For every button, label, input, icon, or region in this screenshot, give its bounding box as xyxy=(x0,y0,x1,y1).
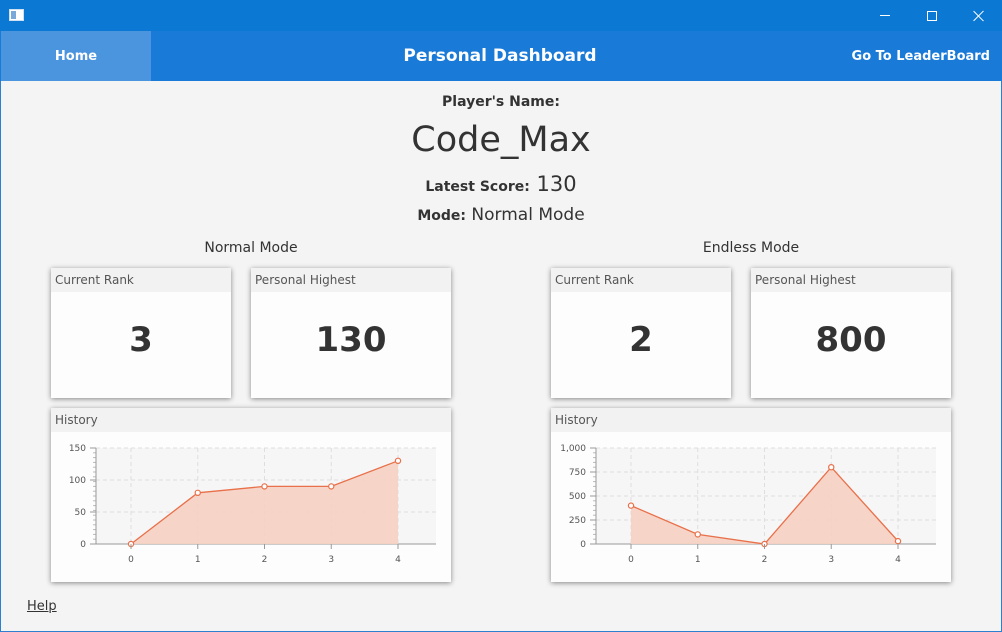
normal-data-point xyxy=(261,483,268,490)
endless-x-tick-label: 0 xyxy=(628,555,634,565)
nav-bar: Home Personal Dashboard Go To LeaderBoar… xyxy=(0,31,1002,81)
maximize-button[interactable] xyxy=(909,0,955,31)
latest-score-value: 130 xyxy=(536,172,577,196)
latest-score-label: Latest Score: xyxy=(425,179,530,195)
normal-chart-group: 0 50 100 150 0 1 2 3 4 xyxy=(69,444,436,565)
endless-x-tick-label: 1 xyxy=(695,555,701,565)
close-icon xyxy=(973,10,985,22)
title-bar xyxy=(0,0,1002,31)
player-name-label: Player's Name: xyxy=(442,94,560,110)
player-name: Code_Max xyxy=(411,120,591,160)
endless-y-tick-label: 500 xyxy=(569,492,586,502)
normal-y-tick-label: 50 xyxy=(75,508,87,518)
endless-x-tick-label: 2 xyxy=(762,555,768,565)
normal-x-tick-label: 4 xyxy=(395,555,401,565)
normal-data-point xyxy=(328,483,335,490)
endless-chart-group: 0 250 500 750 1,000 0 1 2 3 4 xyxy=(560,444,936,565)
normal-x-tick-label: 3 xyxy=(328,555,334,565)
endless-data-point xyxy=(694,531,701,538)
help-link[interactable]: Help xyxy=(27,599,57,614)
mode-label: Mode: xyxy=(417,208,467,224)
endless-y-tick-label: 750 xyxy=(569,468,586,478)
minimize-button[interactable] xyxy=(862,0,908,31)
endless-data-point xyxy=(828,464,835,471)
normal-mode-title: Normal Mode xyxy=(204,240,298,256)
app-icon xyxy=(9,9,24,21)
endless-highest-label: Personal Highest xyxy=(751,268,951,292)
leaderboard-button[interactable]: Go To LeaderBoard xyxy=(852,31,990,81)
endless-history-label: History xyxy=(551,408,951,432)
endless-history-chart: 0 250 500 750 1,000 0 1 2 3 4 xyxy=(560,444,936,565)
normal-highest-label: Personal Highest xyxy=(251,268,451,292)
endless-highest-card: Personal Highest 800 xyxy=(751,268,951,398)
endless-highest-value: 800 xyxy=(815,320,887,360)
endless-data-point xyxy=(894,537,902,545)
normal-rank-card: Current Rank 3 xyxy=(51,268,231,398)
normal-history-card: History 0 50 100 150 0 1 2 3 4 xyxy=(51,408,451,582)
normal-x-tick-label: 0 xyxy=(128,555,134,565)
mode-row: Mode: Normal Mode xyxy=(0,205,1002,225)
endless-rank-label: Current Rank xyxy=(551,268,731,292)
normal-y-tick-label: 100 xyxy=(69,476,86,486)
endless-y-tick-label: 0 xyxy=(580,540,586,550)
endless-data-point xyxy=(627,502,635,509)
normal-highest-value: 130 xyxy=(315,320,387,360)
latest-score-row: Latest Score: 130 xyxy=(0,172,1002,196)
minimize-icon xyxy=(880,15,890,16)
endless-y-tick-label: 1,000 xyxy=(560,444,586,454)
endless-x-tick-label: 4 xyxy=(895,555,901,565)
normal-data-point xyxy=(194,489,201,497)
normal-history-chart: 0 50 100 150 0 1 2 3 4 xyxy=(69,444,436,565)
home-button[interactable]: Home xyxy=(1,31,151,81)
close-button[interactable] xyxy=(956,0,1002,31)
normal-rank-label: Current Rank xyxy=(51,268,231,292)
endless-history-card: History 0 250 500 750 1,000 0 1 2 3 4 xyxy=(551,408,951,582)
mode-value: Normal Mode xyxy=(471,205,585,225)
normal-x-tick-label: 1 xyxy=(195,555,201,565)
normal-data-point xyxy=(394,457,402,464)
normal-rank-value: 3 xyxy=(129,320,153,360)
normal-y-tick-label: 0 xyxy=(80,540,86,550)
normal-x-tick-label: 2 xyxy=(262,555,268,565)
normal-highest-card: Personal Highest 130 xyxy=(251,268,451,398)
endless-rank-card: Current Rank 2 xyxy=(551,268,731,398)
endless-x-tick-label: 3 xyxy=(828,555,834,565)
maximize-icon xyxy=(927,10,937,21)
endless-rank-value: 2 xyxy=(629,320,653,360)
endless-mode-title: Endless Mode xyxy=(702,240,800,256)
normal-y-tick-label: 150 xyxy=(69,444,86,454)
page-title: Personal Dashboard xyxy=(403,46,597,66)
endless-y-tick-label: 250 xyxy=(569,516,586,526)
normal-history-label: History xyxy=(51,408,451,432)
